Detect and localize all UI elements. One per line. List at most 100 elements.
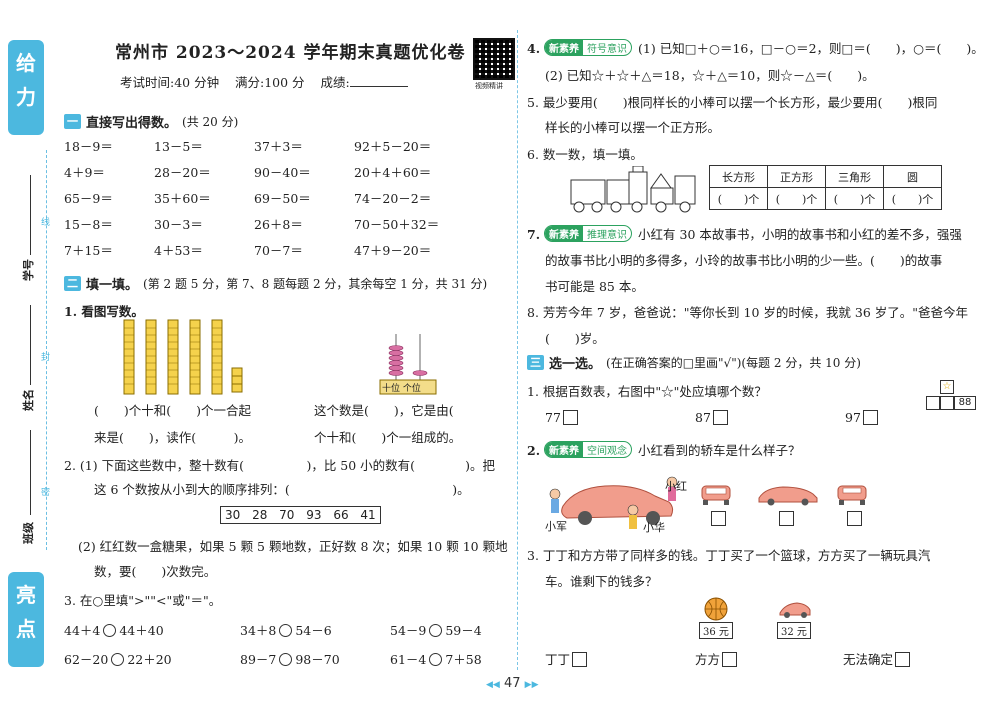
car-option-checkbox[interactable] bbox=[709, 511, 726, 526]
exam-score: 满分:100 分 bbox=[235, 75, 305, 90]
math-item[interactable]: 30－3＝ bbox=[154, 212, 254, 238]
q4-line-2[interactable]: (2) 已知☆＋☆＋△＝18，☆＋△＝10，则☆－△＝( )。 bbox=[545, 65, 875, 84]
compare-circle[interactable] bbox=[279, 624, 293, 637]
car-option-checkbox[interactable] bbox=[777, 511, 794, 526]
q6-line: 6. 数一数，填一填。 bbox=[527, 147, 643, 162]
q4-line-1[interactable]: 4. 新素养 符号意识 (1) 已知□＋○＝16，□－○＝2，则□＝( )，○＝( … bbox=[527, 38, 984, 57]
q2-line-4[interactable]: 数，要( )次数完。 bbox=[94, 561, 216, 580]
table-header: 正方形 bbox=[767, 165, 826, 188]
math-item[interactable]: 35＋60＝ bbox=[154, 186, 254, 212]
prev-arrow-icon: ◀◀ bbox=[486, 680, 500, 690]
q5-line-1[interactable]: 5. 最少要用( )根同样长的小棒可以摆一个长方形，最少要用( )根同 bbox=[527, 92, 937, 111]
table-cell[interactable]: ( )个 bbox=[767, 187, 826, 210]
s3-option[interactable]: 方方 bbox=[695, 649, 738, 668]
math-item[interactable]: 20＋4＋60＝ bbox=[354, 160, 494, 186]
math-item[interactable]: 65－9＝ bbox=[64, 186, 154, 212]
math-item[interactable]: 28－20＝ bbox=[154, 160, 254, 186]
binding-mark: 密 bbox=[41, 488, 51, 498]
table-header: 三角形 bbox=[825, 165, 884, 188]
compare-item[interactable]: 54－9 59－4 bbox=[390, 620, 482, 639]
compare-item[interactable]: 62－20 22＋20 bbox=[64, 649, 172, 668]
compare-circle[interactable] bbox=[103, 624, 117, 637]
answer-checkbox[interactable] bbox=[712, 410, 728, 425]
result-blank[interactable] bbox=[349, 86, 408, 87]
s1-option[interactable]: 77 bbox=[545, 410, 578, 425]
compare-circle[interactable] bbox=[429, 624, 443, 637]
q1-line-3[interactable]: 这个数是( )，它是由( bbox=[314, 400, 479, 419]
q7-line-3: 书可能是 85 本。 bbox=[545, 279, 644, 294]
exam-time: 考试时间:40 分钟 bbox=[120, 75, 220, 90]
price-tag: 32 元 bbox=[777, 622, 811, 639]
mental-math-grid: 18－9＝ 13－5＝ 37＋3＝ 92＋5－20＝ 4＋9＝ 28－20＝ 9… bbox=[64, 134, 494, 264]
math-item[interactable]: 69－50＝ bbox=[254, 186, 354, 212]
q7-line-2[interactable]: 的故事书比小明的多得多，小玲的故事书比小明的少一些。( )的故事 bbox=[545, 250, 942, 269]
price-tag: 36 元 bbox=[699, 622, 733, 639]
s3-option[interactable]: 无法确定 bbox=[843, 649, 911, 668]
math-item[interactable]: 70－7＝ bbox=[254, 238, 354, 264]
car-option-checkbox[interactable] bbox=[845, 511, 862, 526]
table-cell[interactable]: ( )个 bbox=[825, 187, 884, 210]
class-line[interactable] bbox=[30, 430, 31, 515]
answer-checkbox[interactable] bbox=[895, 652, 911, 667]
compare-item[interactable]: 89－7 98－70 bbox=[240, 649, 340, 668]
qr-code-icon[interactable] bbox=[473, 38, 515, 80]
q7-line-1[interactable]: 7. 新素养 推理意识 小红有 30 本故事书，小明的故事书和小红的差不多，强强 bbox=[527, 224, 962, 243]
compare-item[interactable]: 34＋8 54－6 bbox=[240, 620, 332, 639]
s1-option[interactable]: 97 bbox=[845, 410, 878, 425]
math-item[interactable]: 7＋15＝ bbox=[64, 238, 154, 264]
math-item[interactable]: 70－50＋32＝ bbox=[354, 212, 494, 238]
compare-circle[interactable] bbox=[111, 653, 125, 666]
q2-line-3[interactable]: (2) 红红数一盒糖果，如果 5 颗 5 颗地数，正好数 8 次；如果 10 颗… bbox=[78, 536, 508, 555]
q2-line-1[interactable]: 2. (1) 下面这些数中，整十数有( )，比 50 小的数有( )。把 bbox=[64, 455, 495, 474]
s1-option[interactable]: 87 bbox=[695, 410, 728, 425]
table-cell[interactable]: ( )个 bbox=[709, 187, 768, 210]
section-number: 三 bbox=[527, 355, 544, 370]
answer-checkbox[interactable] bbox=[862, 410, 878, 425]
answer-checkbox[interactable] bbox=[847, 511, 862, 526]
name-label: 小华 bbox=[643, 521, 665, 534]
car-side-view-icon bbox=[758, 486, 818, 506]
brand-label-top: 给力 bbox=[8, 40, 44, 135]
answer-checkbox[interactable] bbox=[572, 652, 588, 667]
math-item[interactable]: 4＋53＝ bbox=[154, 238, 254, 264]
q1-line-1[interactable]: ( )个十和( )个一合起 bbox=[94, 400, 251, 419]
q1-line-2[interactable]: 来是( )，读作( )。 bbox=[94, 427, 251, 446]
binding-mark: 线 bbox=[41, 218, 51, 228]
answer-checkbox[interactable] bbox=[722, 652, 738, 667]
answer-checkbox[interactable] bbox=[779, 511, 794, 526]
q1-line-4[interactable]: 个十和( )个一组成的。 bbox=[314, 427, 461, 446]
math-item[interactable]: 37＋3＝ bbox=[254, 134, 354, 160]
math-item[interactable]: 15－8＝ bbox=[64, 212, 154, 238]
abacus-label: 十位 个位 bbox=[382, 384, 421, 394]
section-title: 直接写出得数。 bbox=[86, 116, 178, 131]
answer-checkbox[interactable] bbox=[562, 410, 578, 425]
math-item[interactable]: 74－20－2＝ bbox=[354, 186, 494, 212]
math-item[interactable]: 47＋9－20＝ bbox=[354, 238, 494, 264]
math-item[interactable]: 13－5＝ bbox=[154, 134, 254, 160]
result-label: 成绩: bbox=[320, 75, 350, 90]
s2-question: 2. 新素养 空间观念 小红看到的轿车是什么样子？ bbox=[527, 441, 801, 458]
compare-item[interactable]: 61－4 7＋58 bbox=[390, 649, 482, 668]
student-id-line[interactable] bbox=[30, 175, 31, 255]
s3-option[interactable]: 丁丁 bbox=[545, 649, 588, 668]
compare-item[interactable]: 44＋4 44＋40 bbox=[64, 620, 164, 639]
compare-circle[interactable] bbox=[279, 653, 293, 666]
math-item[interactable]: 92＋5－20＝ bbox=[354, 134, 494, 160]
name-line[interactable] bbox=[30, 305, 31, 385]
q8-line-2[interactable]: ( )岁。 bbox=[545, 328, 605, 347]
train-illustration bbox=[570, 166, 696, 213]
q2-number-box: 30 28 70 93 66 41 bbox=[220, 506, 381, 524]
car-front-view-icon bbox=[701, 485, 731, 505]
answer-checkbox[interactable] bbox=[711, 511, 726, 526]
class-label: 班级 bbox=[22, 522, 35, 544]
math-item[interactable]: 90－40＝ bbox=[254, 160, 354, 186]
math-item[interactable]: 18－9＝ bbox=[64, 134, 154, 160]
math-item[interactable]: 4＋9＝ bbox=[64, 160, 154, 186]
compare-circle[interactable] bbox=[429, 653, 443, 666]
ten-rods-illustration bbox=[123, 319, 243, 395]
section-2-heading: 二 填一填。 (第 2 题 5 分，第 7、8 题每题 2 分，其余每空 1 分… bbox=[64, 274, 487, 293]
basketball-icon bbox=[704, 597, 728, 621]
q2-line-2[interactable]: 这 6 个数按从小到大的顺序排列：( )。 bbox=[94, 479, 470, 498]
table-cell[interactable]: ( )个 bbox=[883, 187, 942, 210]
math-item[interactable]: 26＋8＝ bbox=[254, 212, 354, 238]
